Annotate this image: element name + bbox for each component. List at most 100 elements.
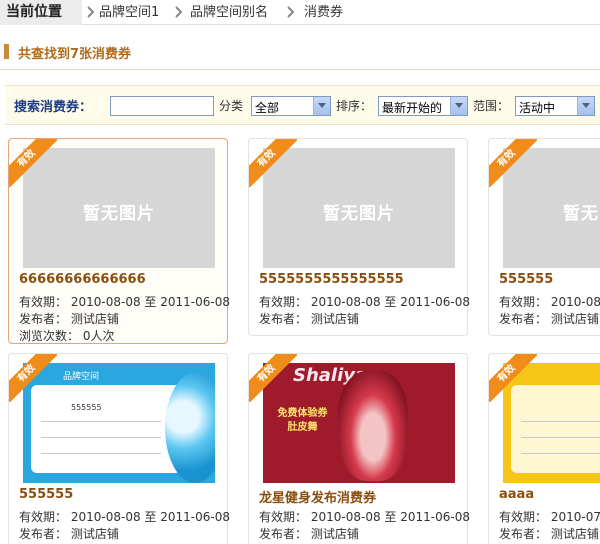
voucher-line — [521, 437, 600, 438]
valid-badge: 有效 — [249, 139, 297, 187]
valid-badge-text: 有效 — [9, 139, 57, 187]
valid-badge-text: 有效 — [489, 354, 537, 402]
valid-badge-text: 有效 — [249, 139, 297, 187]
start-date: 2010-07- — [550, 510, 600, 524]
chevron-right-icon — [175, 6, 183, 18]
publisher-name[interactable]: 测试店铺 — [551, 312, 599, 326]
coupon-card[interactable]: 品牌空间 555555 有效 555555 有效期： 2010-08-08 至 … — [8, 353, 230, 544]
publisher-name[interactable]: 测试店铺 — [71, 312, 119, 326]
publisher-row: 发布者： 测试店铺 — [19, 525, 119, 542]
validity-row: 有效期： 2010-08-08 至 2011-06-08 — [19, 508, 230, 525]
voucher-header-text: 品牌空间 — [63, 372, 100, 382]
coupon-title[interactable]: 龙星健身发布消费券 — [259, 487, 376, 506]
views-row: 浏览次数： 0人次 — [19, 327, 114, 344]
end-date: 2011-06-08 — [400, 510, 471, 524]
breadcrumb-coupons[interactable]: 消费券 — [304, 0, 343, 25]
category-select[interactable]: 全部 — [251, 96, 331, 116]
publisher-name[interactable]: 测试店铺 — [311, 527, 359, 541]
scope-label: 范围： — [473, 99, 510, 113]
publisher-label: 发布者： — [19, 527, 68, 541]
start-date: 2010-08-08 — [310, 510, 381, 524]
start-date: 2010-08-08 — [310, 295, 381, 309]
breadcrumb: 当前位置 品牌空间1 品牌空间别名 消费券 — [0, 0, 600, 25]
sort-select[interactable]: 最新开始的 — [378, 96, 468, 116]
end-date: 2011-06-08 — [160, 295, 231, 309]
no-image-text: 暂无图片 — [323, 204, 395, 224]
voucher-line — [41, 453, 161, 454]
chevron-right-icon — [87, 6, 95, 18]
validity-label: 有效期： — [259, 295, 308, 309]
publisher-label: 发布者： — [259, 312, 308, 326]
publisher-row: 发布者： 测试店铺 — [499, 310, 599, 327]
coupon-title[interactable]: 555555 — [19, 487, 73, 502]
coupon-title[interactable]: 555555 — [499, 272, 553, 287]
publisher-name[interactable]: 测试店铺 — [551, 527, 599, 541]
validity-row: 有效期： 2010-08-08 至 2011-06-08 — [259, 293, 470, 310]
coupon-title[interactable]: aaaa — [499, 487, 534, 502]
coupon-title[interactable]: 66666666666666 — [19, 272, 146, 287]
views-label: 浏览次数： — [19, 329, 80, 343]
divider — [0, 69, 600, 70]
coupon-card[interactable]: 暂无图片 有效 5555555555555555 有效期： 2010-08-08… — [248, 138, 470, 336]
publisher-label: 发布者： — [499, 312, 548, 326]
chevron-right-icon — [287, 6, 295, 18]
end-date: 2011-06-08 — [400, 295, 471, 309]
scope-value: 活动中 — [519, 101, 556, 115]
start-date: 2010-08-08 — [70, 295, 141, 309]
validity-row: 有效期： 2010-08-08 至 2011-06-08 — [259, 508, 470, 525]
to-text: 至 — [384, 510, 397, 524]
sort-value: 最新开始的 — [382, 101, 443, 115]
coupon-card[interactable]: 暂无图片 有效 66666666666666 有效期： 2010-08-08 至… — [8, 138, 230, 344]
coupon-title[interactable]: 5555555555555555 — [259, 272, 404, 287]
publisher-name[interactable]: 测试店铺 — [71, 527, 119, 541]
to-text: 至 — [144, 295, 157, 309]
valid-badge: 有效 — [489, 139, 537, 187]
validity-label: 有效期： — [259, 510, 308, 524]
voucher-code: 555555 — [71, 403, 102, 412]
valid-badge: 有效 — [9, 354, 57, 402]
category-value: 全部 — [255, 101, 280, 115]
validity-label: 有效期： — [499, 510, 548, 524]
breadcrumb-current-location: 当前位置 — [0, 0, 82, 25]
coupon-card[interactable]: 暂无图片 有效 555555 有效期： 2010-08- 发布者： 测试店铺 — [488, 138, 600, 336]
publisher-row: 发布者： 测试店铺 — [259, 525, 359, 542]
publisher-row: 发布者： 测试店铺 — [19, 310, 119, 327]
valid-badge-text: 有效 — [489, 139, 537, 187]
voucher-line — [521, 421, 600, 422]
valid-badge-text: 有效 — [9, 354, 57, 402]
sort-label: 排序： — [336, 99, 373, 113]
scope-select[interactable]: 活动中 — [515, 96, 595, 116]
search-label: 搜索消费券： — [14, 100, 93, 115]
breadcrumb-brand-space[interactable]: 品牌空间1 — [99, 0, 159, 25]
title-accent-bar — [4, 44, 9, 59]
validity-label: 有效期： — [19, 295, 68, 309]
valid-badge-text: 有效 — [249, 354, 297, 402]
validity-row: 有效期： 2010-08- — [499, 293, 600, 310]
to-text: 至 — [144, 510, 157, 524]
no-image-text: 暂无图片 — [83, 204, 155, 224]
valid-badge: 有效 — [489, 354, 537, 402]
coupon-card[interactable]: Shaliya 免费体验券 肚皮舞 有效 龙星健身发布消费券 有效期： 2010… — [248, 353, 470, 544]
voucher-line — [521, 453, 600, 454]
voucher-promo-text: 免费体验券 肚皮舞 — [277, 408, 328, 433]
voucher-line — [41, 421, 161, 422]
breadcrumb-brand-alias[interactable]: 品牌空间别名 — [190, 0, 268, 25]
coupon-card[interactable]: 有效 aaaa 有效期： 2010-07- 发布者： 测试店铺 — [488, 353, 600, 544]
to-text: 至 — [384, 295, 397, 309]
publisher-label: 发布者： — [19, 312, 68, 326]
no-image-text: 暂无图片 — [563, 204, 600, 224]
publisher-name[interactable]: 测试店铺 — [311, 312, 359, 326]
coupon-search-bar: 搜索消费券： 分类 全部 排序： 最新开始的 范围： 活动中 — [5, 85, 600, 125]
validity-row: 有效期： 2010-08-08 至 2011-06-08 — [19, 293, 230, 310]
validity-row: 有效期： 2010-07- — [499, 508, 600, 525]
search-input[interactable] — [110, 96, 214, 116]
chevron-down-icon[interactable] — [450, 97, 467, 115]
voucher-line — [41, 437, 161, 438]
valid-badge: 有效 — [9, 139, 57, 187]
publisher-label: 发布者： — [259, 527, 308, 541]
validity-label: 有效期： — [19, 510, 68, 524]
chevron-down-icon[interactable] — [313, 97, 330, 115]
chevron-down-icon[interactable] — [577, 97, 594, 115]
publisher-row: 发布者： 测试店铺 — [259, 310, 359, 327]
result-count-text: 共查找到7张消费券 — [18, 47, 132, 62]
